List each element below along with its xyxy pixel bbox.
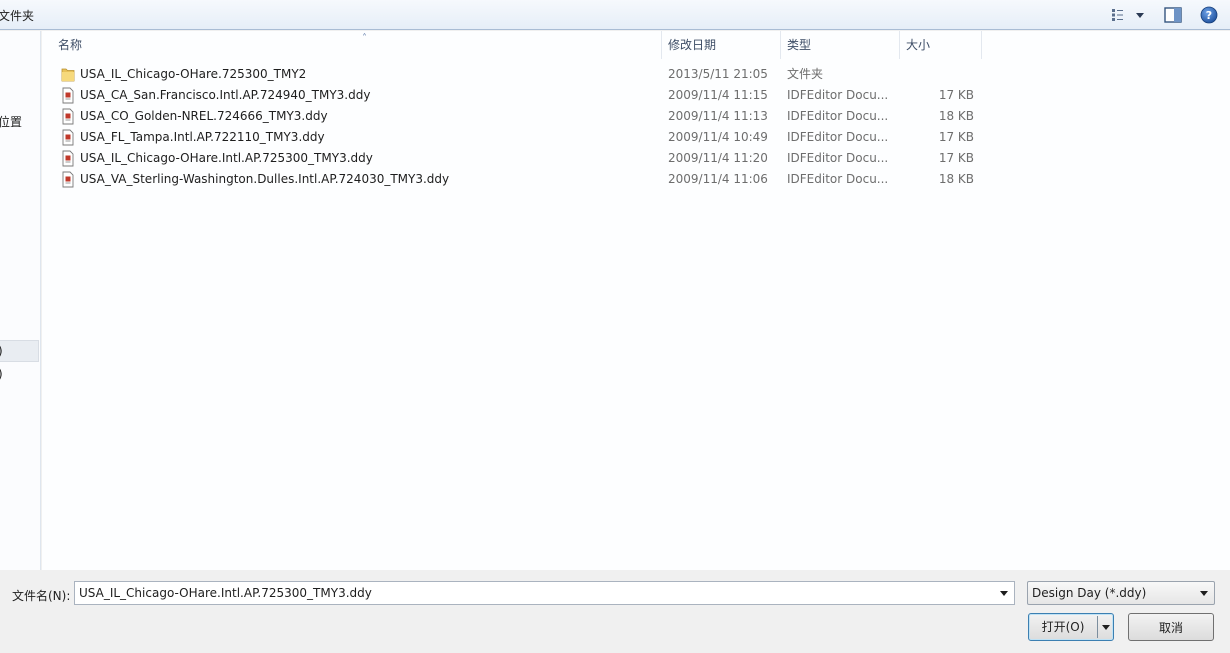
column-name-header[interactable]: 名称 ˄ <box>52 31 662 59</box>
filename-label: 文件名(N): <box>12 589 71 603</box>
filter-dropdown-button[interactable] <box>1194 582 1214 604</box>
open-button[interactable]: 打开(O) <box>1028 613 1114 641</box>
dialog-footer: 文件名(N): Design Day (*.ddy) 打开(O) 取消 <box>0 570 1230 653</box>
list-item-file[interactable]: USA_IL_Chicago-OHare.Intl.AP.725300_TMY3… <box>42 148 1230 169</box>
column-header: 名称 ˄ 修改日期 类型 大小 <box>42 31 1230 59</box>
column-type-header[interactable]: 类型 <box>781 31 900 59</box>
column-size-header[interactable]: 大小 <box>900 31 982 59</box>
help-icon: ? <box>1200 6 1218 24</box>
nav-item-drive-1[interactable]: ) <box>0 344 3 358</box>
new-folder-button[interactable]: 文件夹 <box>0 7 34 24</box>
nav-item-selected-highlight <box>0 340 39 362</box>
file-icon <box>62 108 74 125</box>
open-button-label: 打开(O) <box>1041 620 1085 634</box>
list-item-file[interactable]: USA_CO_Golden-NREL.724666_TMY3.ddy 2009/… <box>42 106 1230 127</box>
views-icon <box>1112 9 1144 21</box>
help-button[interactable]: ? <box>1198 5 1220 25</box>
list-item-file[interactable]: USA_FL_Tampa.Intl.AP.722110_TMY3.ddy 200… <box>42 127 1230 148</box>
list-item-folder[interactable]: USA_IL_Chicago-OHare.725300_TMY2 2013/5/… <box>42 64 1230 85</box>
filename-combobox[interactable] <box>74 581 1015 605</box>
navigation-pane[interactable]: 位置 ) ) <box>0 31 41 570</box>
list-item-file[interactable]: USA_VA_Sterling-Washington.Dulles.Intl.A… <box>42 169 1230 190</box>
file-icon <box>62 171 74 188</box>
column-date-header[interactable]: 修改日期 <box>662 31 781 59</box>
folder-icon <box>61 68 75 82</box>
file-icon <box>62 150 74 167</box>
svg-text:?: ? <box>1206 9 1212 22</box>
preview-pane-icon <box>1164 7 1182 23</box>
file-type-filter-select[interactable]: Design Day (*.ddy) <box>1027 581 1215 605</box>
file-rows: USA_IL_Chicago-OHare.725300_TMY2 2013/5/… <box>42 64 1230 190</box>
sort-ascending-icon: ˄ <box>362 33 367 44</box>
filename-input[interactable] <box>75 582 991 604</box>
file-list[interactable]: 名称 ˄ 修改日期 类型 大小 USA_IL_Chicago-OHare.725… <box>42 31 1230 570</box>
file-icon <box>62 129 74 146</box>
chevron-down-icon <box>1200 590 1208 596</box>
filename-dropdown-button[interactable] <box>994 582 1014 604</box>
list-item-file[interactable]: USA_CA_San.Francisco.Intl.AP.724940_TMY3… <box>42 85 1230 106</box>
cancel-button-label: 取消 <box>1158 620 1183 635</box>
nav-item-drive-2[interactable]: ) <box>0 367 3 381</box>
chevron-down-icon <box>1102 624 1110 630</box>
cancel-button[interactable]: 取消 <box>1128 613 1214 641</box>
open-options-dropdown[interactable] <box>1099 614 1113 640</box>
file-icon <box>62 87 74 104</box>
change-view-button[interactable] <box>1108 5 1148 25</box>
nav-item-recent-places[interactable]: 位置 <box>0 113 22 130</box>
toolbar: 文件夹 ? <box>0 0 1230 30</box>
open-split-divider <box>1097 616 1098 638</box>
chevron-down-icon <box>1000 590 1008 596</box>
preview-pane-button[interactable] <box>1162 5 1184 25</box>
